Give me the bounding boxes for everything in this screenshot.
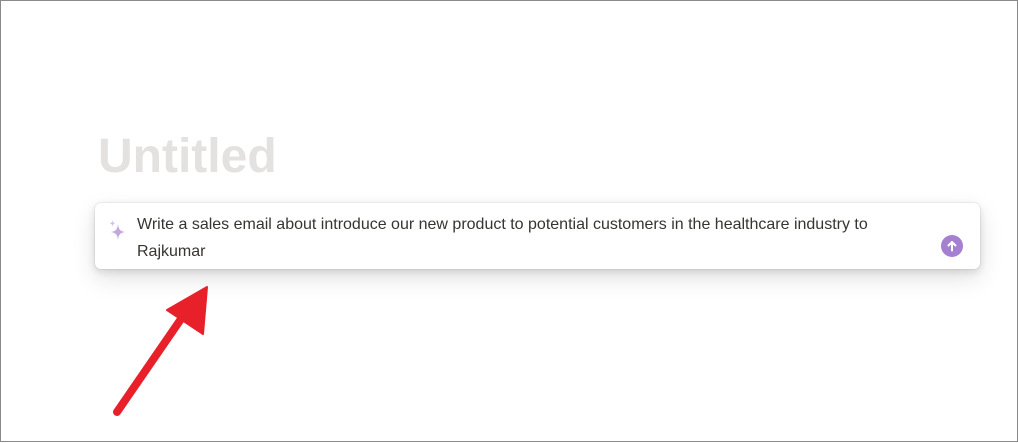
arrow-up-icon	[947, 241, 957, 252]
ai-prompt-box[interactable]: Write a sales email about introduce our …	[95, 203, 980, 269]
submit-button[interactable]	[941, 235, 963, 257]
ai-prompt-input[interactable]: Write a sales email about introduce our …	[137, 211, 937, 265]
app-window: Untitled Write a sales email about intro…	[0, 0, 1018, 442]
page-title[interactable]: Untitled	[98, 128, 277, 186]
sparkle-icon	[109, 220, 126, 241]
